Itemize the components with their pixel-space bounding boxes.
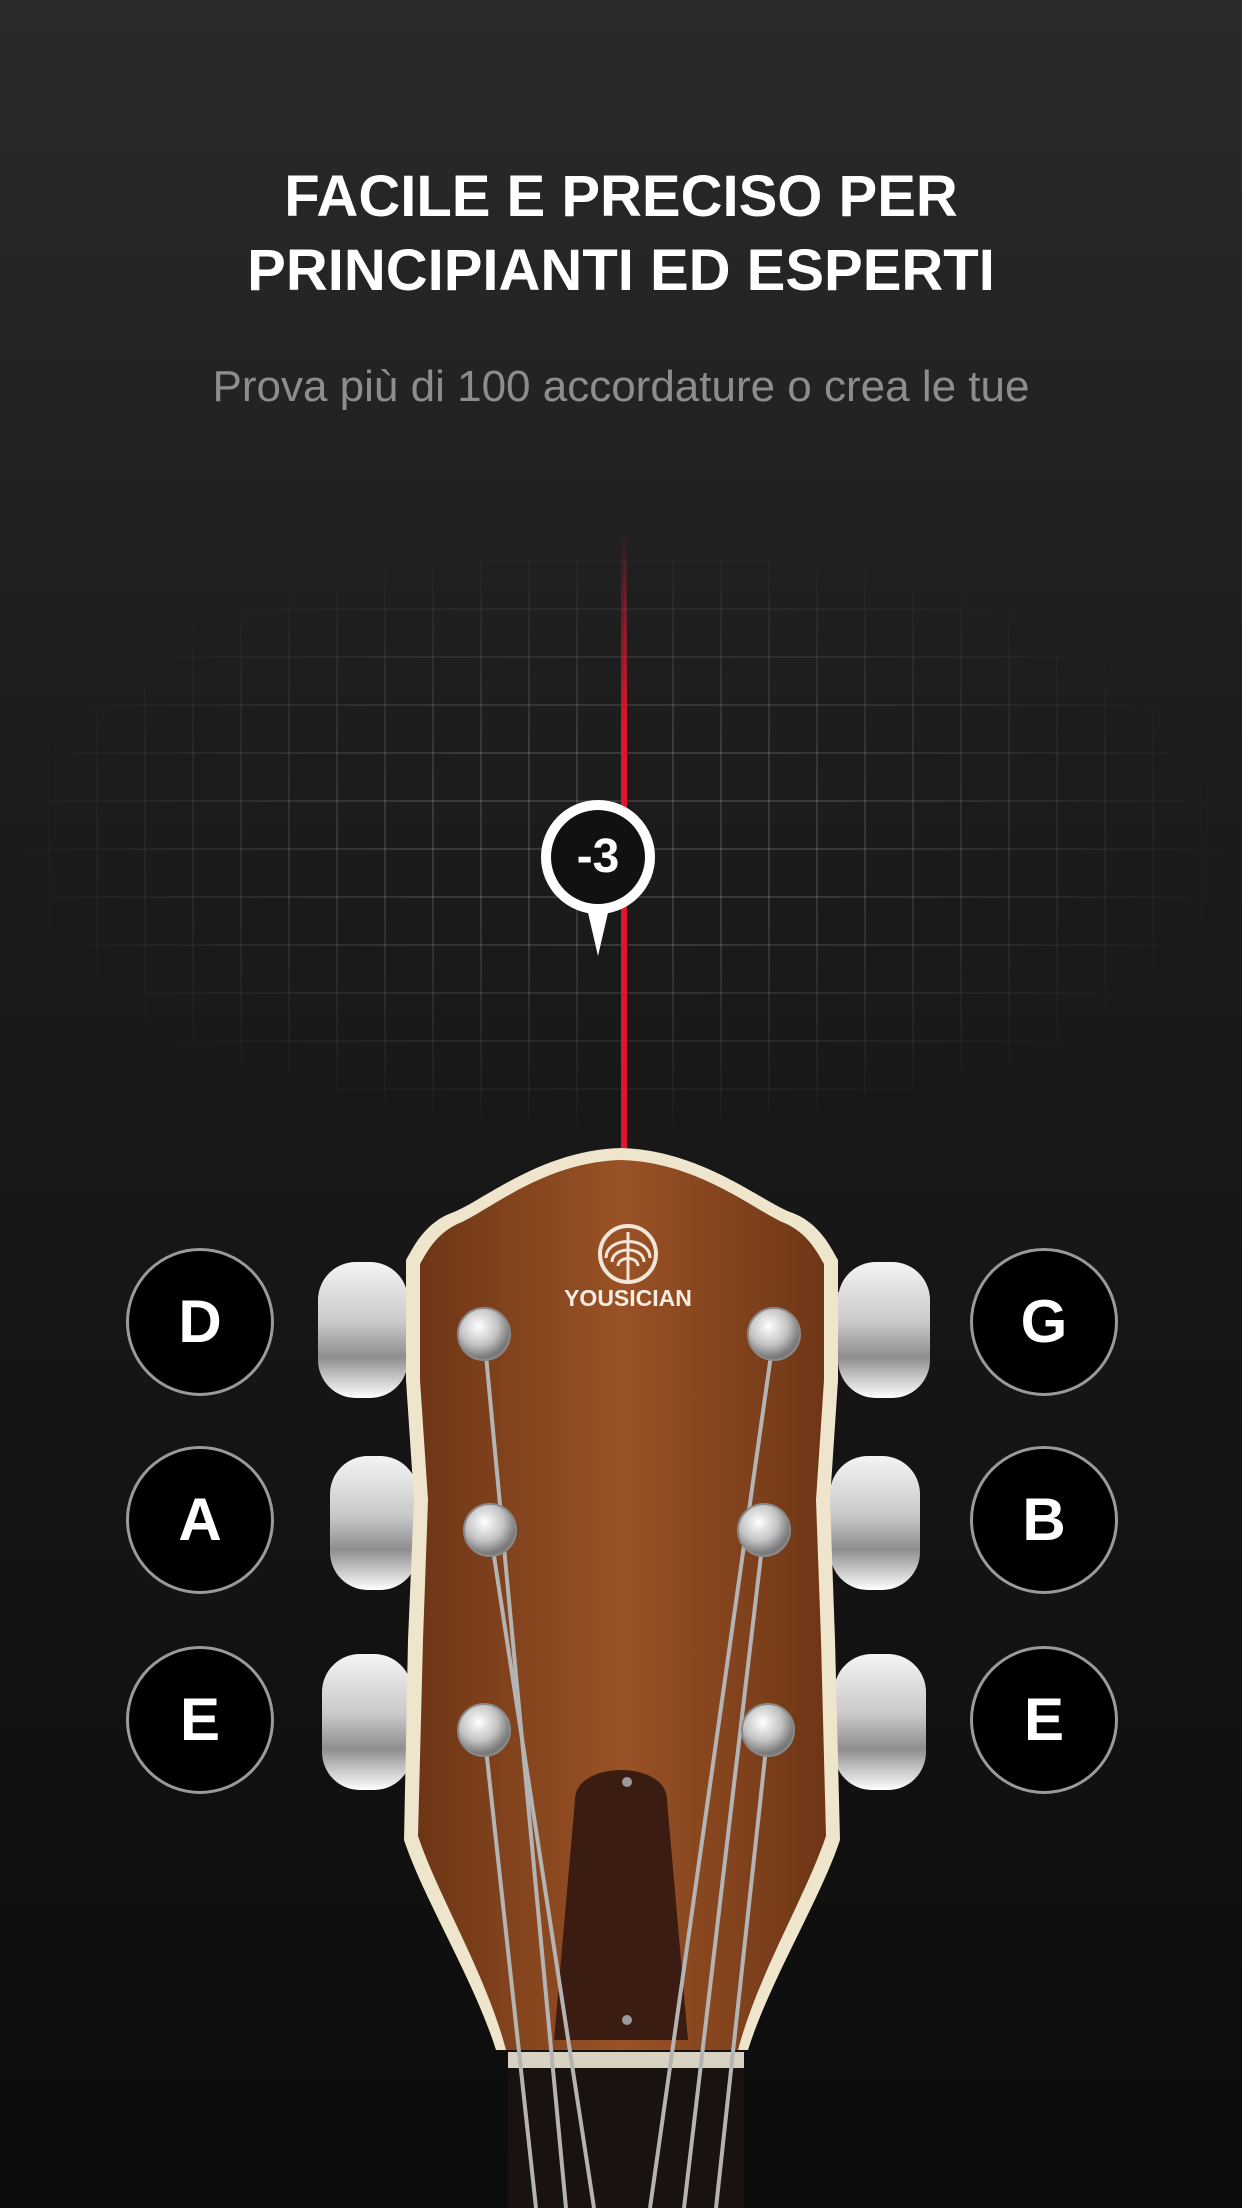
subtitle: Prova più di 100 accordature o crea le t… <box>212 362 1030 411</box>
string-button-right-1[interactable]: G <box>970 1248 1118 1396</box>
string-button-left-1[interactable]: D <box>126 1248 274 1396</box>
headline: FACILE E PRECISO PER PRINCIPIANTI ED ESP… <box>0 160 1242 308</box>
string-button-right-3[interactable]: E <box>970 1646 1118 1794</box>
cents-offset-value: -3 <box>576 830 620 883</box>
string-button-left-3[interactable]: E <box>126 1646 274 1794</box>
string-button-right-2[interactable]: B <box>970 1446 1118 1594</box>
brand-logo-text: YOUSICIAN <box>564 1285 692 1311</box>
headline-line-2: PRINCIPIANTI ED ESPERTI <box>247 238 995 303</box>
headline-line-1: FACILE E PRECISO PER <box>284 164 958 229</box>
string-button-left-2[interactable]: A <box>126 1446 274 1594</box>
truss-rod-cover <box>554 1770 688 2040</box>
pitch-marker: -3 <box>541 800 655 964</box>
